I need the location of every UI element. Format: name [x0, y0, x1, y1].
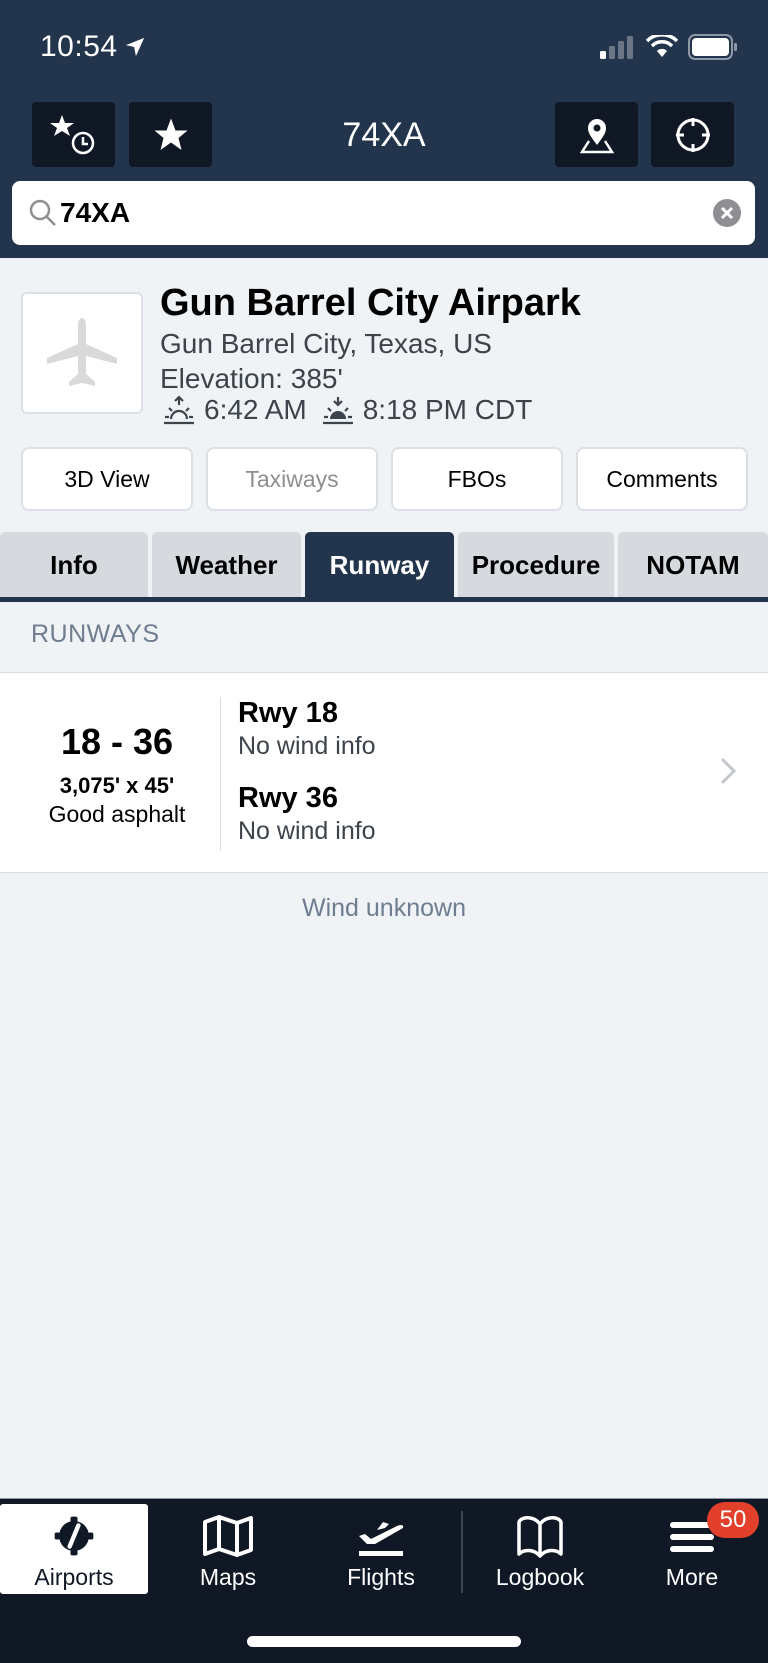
star-clock-icon — [49, 114, 94, 154]
sunrise-time: 6:42 AM — [204, 394, 307, 425]
tabbar-logbook[interactable]: Logbook — [466, 1504, 614, 1594]
sun-times: 6:42 AM 8:18 PM CDT — [162, 394, 532, 426]
book-icon — [517, 1516, 563, 1558]
status-time: 10:54 — [40, 30, 146, 64]
runway-end-name: Rwy 36 — [238, 782, 338, 814]
map-pin-icon — [579, 118, 614, 153]
tab-weather[interactable]: Weather — [152, 532, 301, 598]
tab-bar: Info Weather Runway Procedure NOTAM — [0, 532, 768, 598]
runway-end-wind: No wind info — [238, 732, 376, 760]
comments-button[interactable]: Comments — [576, 447, 748, 511]
crosshair-icon — [675, 117, 710, 152]
location-arrow-icon — [125, 37, 144, 57]
favorites-button[interactable] — [129, 102, 212, 167]
tabbar-airports[interactable]: Airports — [0, 1504, 148, 1594]
signal-icon — [600, 36, 633, 59]
runway-end-wind: No wind info — [238, 817, 376, 845]
status-bar: 10:54 — [0, 28, 768, 68]
clear-search-button[interactable] — [713, 199, 741, 227]
notification-badge: 50 — [707, 1502, 759, 1538]
tab-notam[interactable]: NOTAM — [618, 532, 768, 598]
tabbar-maps[interactable]: Maps — [154, 1504, 302, 1594]
wifi-icon — [646, 35, 678, 57]
compass-icon — [54, 1516, 94, 1556]
runway-end: Rwy 18 No wind info — [238, 697, 376, 761]
runway-id: 18 - 36 — [60, 721, 174, 762]
runway-end-name: Rwy 18 — [238, 697, 338, 729]
star-icon — [154, 118, 187, 150]
airport-thumbnail[interactable] — [21, 292, 143, 414]
top-bar: 10:54 74XA 74XA — [0, 0, 768, 258]
airport-elevation: Elevation: 385' — [160, 363, 343, 394]
runways-section-title: RUNWAYS — [31, 620, 160, 648]
nav-row: 74XA — [0, 102, 768, 168]
action-buttons: 3D View Taxiways FBOs Comments — [21, 447, 749, 511]
search-icon — [29, 199, 56, 226]
divider — [220, 697, 221, 851]
runway-row[interactable]: 18 - 36 3,075' x 45' Good asphalt Rwy 18… — [0, 672, 768, 873]
sunset-time: 8:18 PM CDT — [362, 394, 533, 425]
tabbar-divider — [461, 1511, 463, 1593]
close-icon — [720, 206, 734, 220]
wind-status: Wind unknown — [302, 894, 466, 922]
runway-dimensions: 3,075' x 45' — [59, 773, 175, 798]
3d-view-button[interactable]: 3D View — [21, 447, 193, 511]
airport-name: Gun Barrel City Airpark — [160, 282, 581, 324]
runway-end: Rwy 36 No wind info — [238, 782, 376, 846]
airport-location: Gun Barrel City, Texas, US — [160, 328, 492, 359]
fbos-button[interactable]: FBOs — [391, 447, 563, 511]
tab-runway[interactable]: Runway — [305, 532, 454, 598]
sunrise-icon — [164, 395, 194, 425]
sunset-icon — [322, 397, 353, 425]
search-input[interactable] — [60, 197, 660, 229]
nearest-button[interactable] — [651, 102, 734, 167]
runway-surface: Good asphalt — [48, 801, 186, 827]
map-icon — [203, 1515, 253, 1557]
airplane-icon — [47, 318, 117, 386]
battery-icon — [688, 34, 737, 60]
recent-favorites-button[interactable] — [32, 102, 115, 167]
takeoff-icon — [359, 1522, 404, 1556]
home-indicator[interactable] — [247, 1636, 521, 1647]
chevron-right-icon — [720, 757, 736, 785]
search-bar — [12, 181, 755, 245]
tabbar-flights[interactable]: Flights — [307, 1504, 455, 1594]
tab-info[interactable]: Info — [0, 532, 148, 598]
tab-underline — [0, 597, 768, 602]
map-location-button[interactable] — [555, 102, 638, 167]
tab-procedure[interactable]: Procedure — [458, 532, 614, 598]
taxiways-button[interactable]: Taxiways — [206, 447, 378, 511]
